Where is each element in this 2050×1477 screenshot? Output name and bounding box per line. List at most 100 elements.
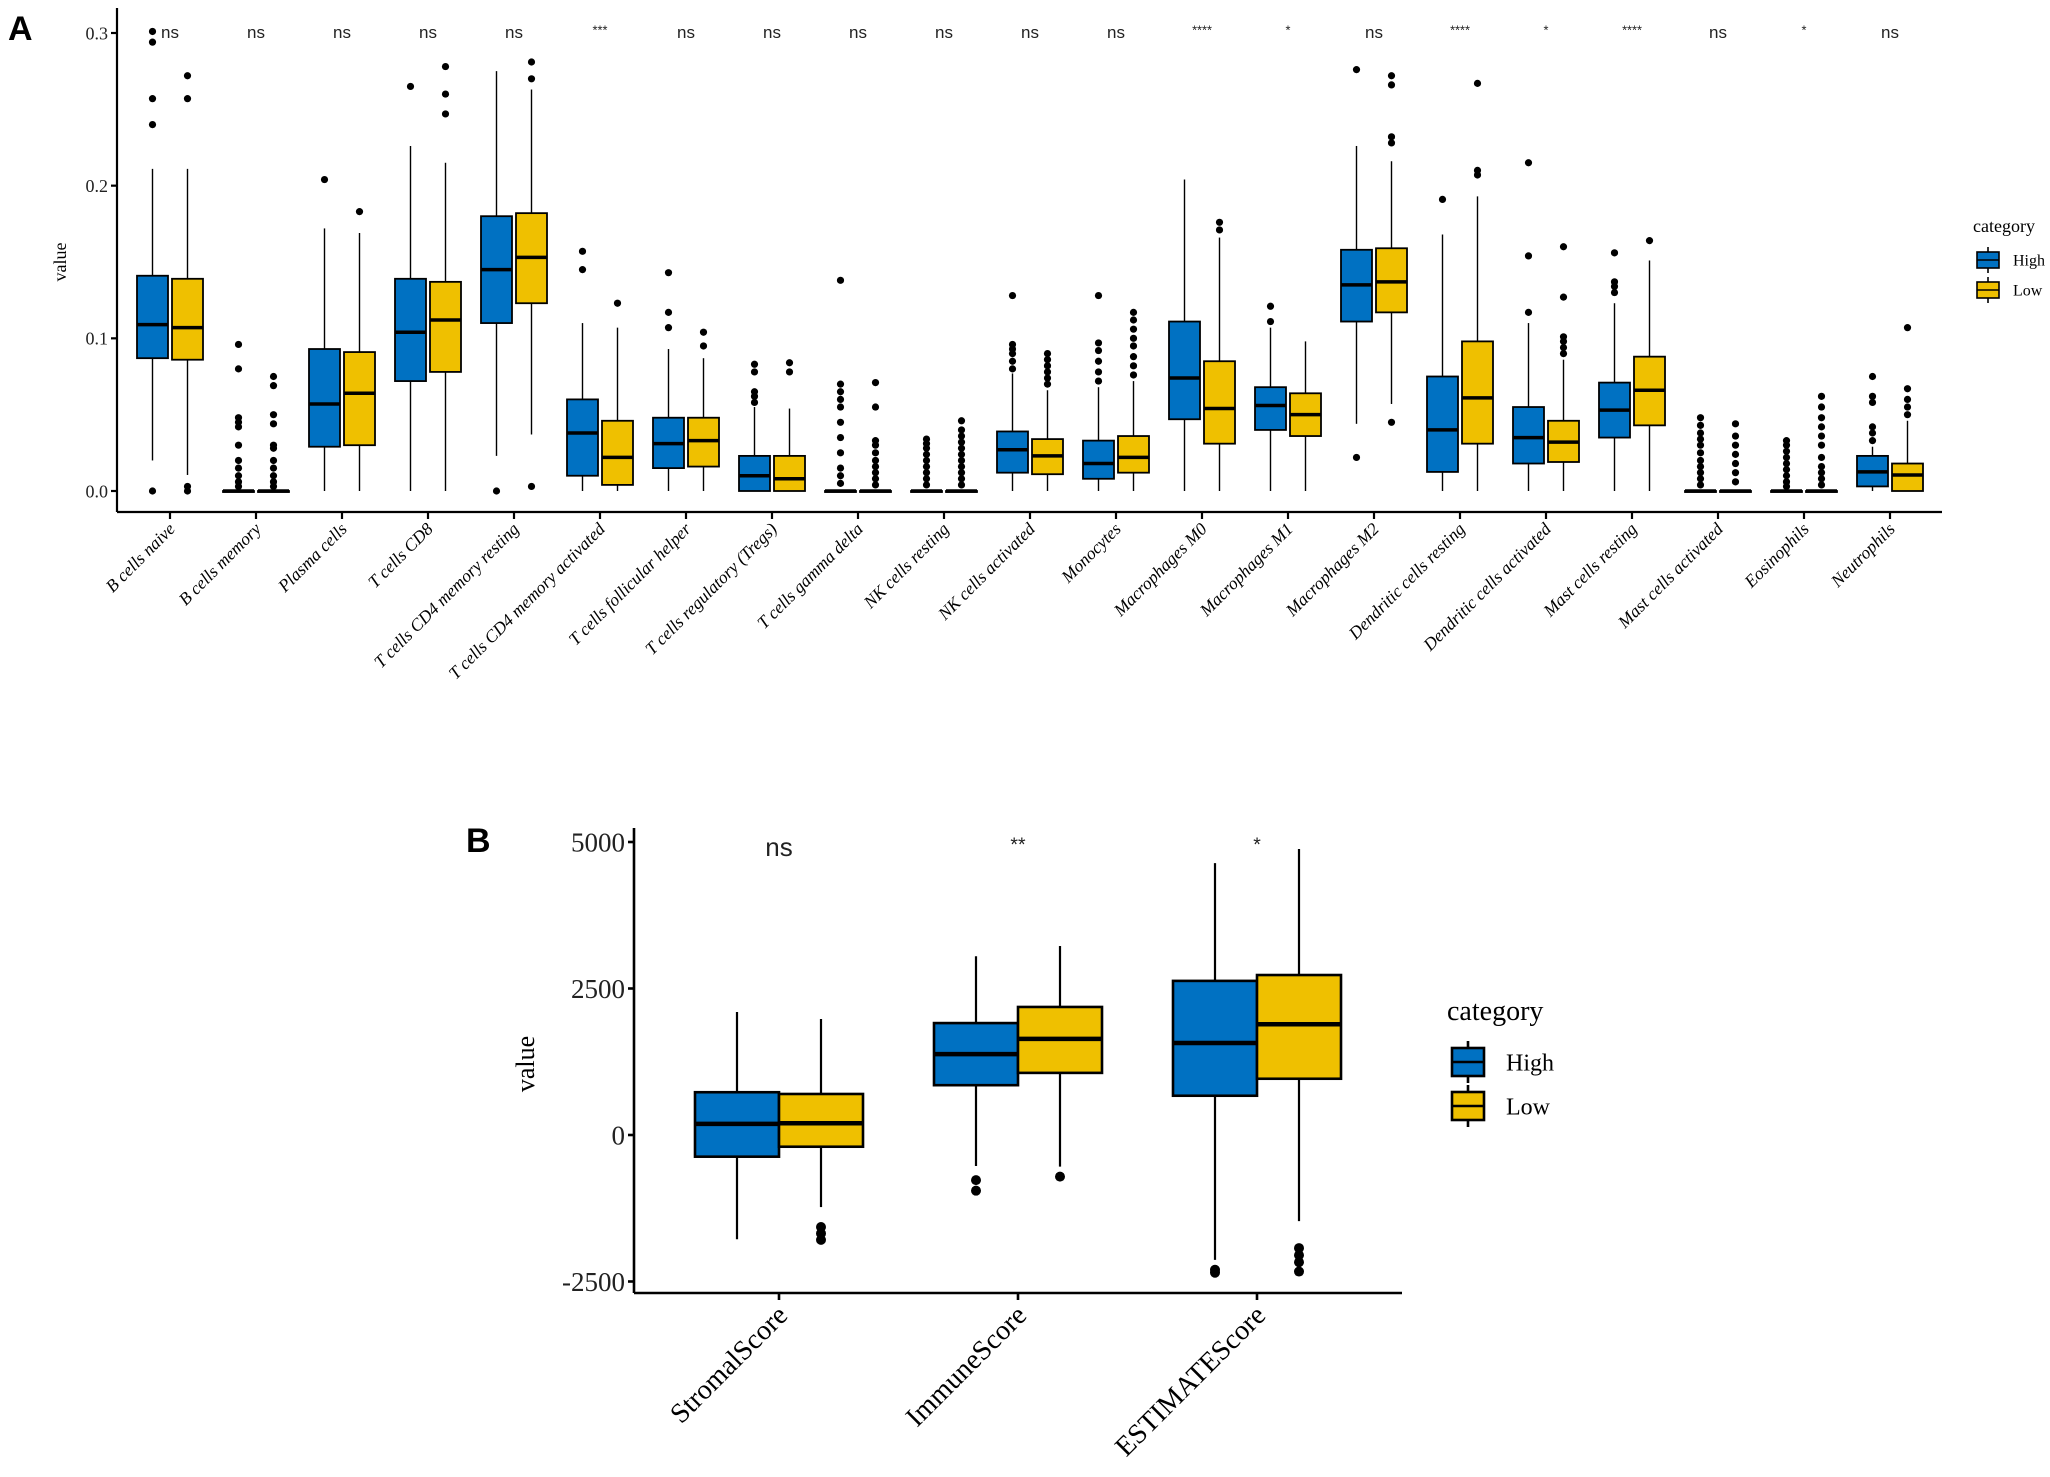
outlier-point bbox=[441, 90, 450, 98]
box-low bbox=[1203, 218, 1236, 491]
outlier-point bbox=[269, 420, 278, 428]
outlier-point bbox=[234, 441, 243, 449]
box-low bbox=[1255, 849, 1343, 1277]
box-iqr bbox=[171, 277, 204, 361]
box-low bbox=[1633, 237, 1666, 491]
significance-label: ns bbox=[247, 23, 265, 42]
outlier-point bbox=[1352, 66, 1361, 74]
x-tick-label: Eosinophils bbox=[1740, 519, 1813, 592]
outlier-point bbox=[1817, 462, 1826, 471]
outlier-point bbox=[1008, 340, 1017, 349]
box-low bbox=[859, 379, 892, 493]
box-iqr bbox=[1461, 340, 1494, 445]
outlier-point bbox=[971, 1175, 981, 1186]
significance-label: ns bbox=[419, 23, 437, 42]
outlier-point bbox=[148, 27, 157, 36]
outlier-point bbox=[836, 449, 845, 457]
outlier-point bbox=[664, 269, 673, 277]
box-high bbox=[910, 435, 943, 493]
panel-b: B -2500 0 2500 5000 StromalScore ns ImmuneScor… bbox=[466, 822, 1554, 1463]
box-iqr bbox=[343, 351, 376, 447]
x-tick-label: T cells CD4 memory activated bbox=[444, 519, 609, 684]
box-high bbox=[136, 27, 169, 495]
y-tick-label: 5000 bbox=[571, 827, 625, 857]
outlier-point bbox=[1817, 414, 1826, 422]
outlier-point bbox=[1473, 166, 1482, 174]
outlier-point bbox=[1294, 1266, 1304, 1277]
box-iqr bbox=[996, 430, 1029, 474]
x-tick-label: B cells naive bbox=[101, 519, 179, 597]
box-high bbox=[824, 276, 857, 493]
box-high bbox=[1684, 414, 1717, 493]
outlier-point bbox=[699, 342, 708, 350]
outlier-point bbox=[1817, 432, 1826, 440]
outlier-point bbox=[1696, 421, 1705, 429]
outlier-point bbox=[1903, 385, 1912, 393]
y-tick-label: 0.1 bbox=[86, 329, 109, 349]
outlier-point bbox=[1387, 81, 1396, 89]
outlier-point bbox=[871, 403, 880, 411]
box-iqr bbox=[1254, 386, 1287, 431]
outlier-point bbox=[355, 208, 364, 216]
box-low bbox=[1805, 392, 1838, 493]
panel-b-legend: category High Low bbox=[1447, 996, 1554, 1127]
box-high bbox=[932, 956, 1020, 1196]
outlier-point bbox=[1696, 414, 1705, 422]
panel-a-letter: A bbox=[8, 10, 33, 48]
box-low bbox=[1891, 324, 1924, 492]
box-low bbox=[1031, 350, 1064, 491]
outlier-point bbox=[1610, 278, 1619, 286]
outlier-point bbox=[441, 62, 450, 71]
box-low bbox=[1289, 341, 1322, 491]
box-high bbox=[394, 82, 427, 491]
box-high bbox=[1856, 372, 1889, 491]
box-iqr bbox=[429, 280, 462, 373]
outlier-point bbox=[816, 1234, 826, 1245]
y-tick-label: 0.3 bbox=[86, 23, 109, 43]
box-high bbox=[1426, 195, 1459, 491]
outlier-point bbox=[1094, 368, 1103, 376]
x-tick-label: ImmuneScore bbox=[900, 1300, 1033, 1433]
outlier-point bbox=[1043, 350, 1052, 358]
outlier-point bbox=[492, 487, 501, 495]
panel-a-plot-area: 0.0 0.1 0.2 0.3 B cells naive ns B cells memor… bbox=[86, 8, 1942, 684]
outlier-point bbox=[836, 395, 845, 403]
x-tick-label: Neutrophils bbox=[1826, 519, 1899, 592]
outlier-point bbox=[320, 175, 329, 184]
box-high bbox=[1168, 179, 1201, 491]
outlier-point bbox=[699, 328, 708, 336]
box-high bbox=[1598, 249, 1631, 491]
outlier-point bbox=[234, 456, 243, 465]
outlier-point bbox=[750, 388, 759, 396]
y-tick-label: 0.0 bbox=[86, 481, 109, 501]
outlier-point bbox=[750, 360, 759, 368]
outlier-point bbox=[269, 382, 278, 390]
outlier-point bbox=[1215, 226, 1224, 234]
significance-label: ns bbox=[765, 832, 792, 862]
box-low bbox=[945, 417, 978, 493]
box-high bbox=[738, 360, 771, 492]
outlier-point bbox=[234, 464, 243, 472]
outlier-point bbox=[148, 487, 157, 495]
outlier-point bbox=[1645, 237, 1654, 245]
outlier-point bbox=[1731, 450, 1740, 458]
outlier-point bbox=[1094, 377, 1103, 385]
box-high bbox=[308, 175, 341, 491]
significance-label: * bbox=[1253, 834, 1261, 856]
box-high bbox=[1171, 863, 1259, 1278]
outlier-point bbox=[922, 435, 931, 443]
box-low bbox=[1016, 946, 1104, 1182]
box-iqr bbox=[773, 454, 806, 492]
panel-a-legend: category High Low bbox=[1973, 216, 2045, 303]
box-low bbox=[1719, 420, 1752, 493]
box-low bbox=[515, 58, 548, 491]
outlier-point bbox=[1008, 357, 1017, 365]
outlier-point bbox=[269, 411, 278, 419]
significance-label: ns bbox=[1021, 23, 1039, 42]
significance-label: ns bbox=[1365, 23, 1383, 42]
outlier-point bbox=[1731, 459, 1740, 468]
legend-item-high: High bbox=[1976, 247, 2045, 273]
outlier-point bbox=[957, 426, 966, 434]
outlier-point bbox=[1731, 478, 1740, 486]
outlier-point bbox=[1731, 420, 1740, 428]
